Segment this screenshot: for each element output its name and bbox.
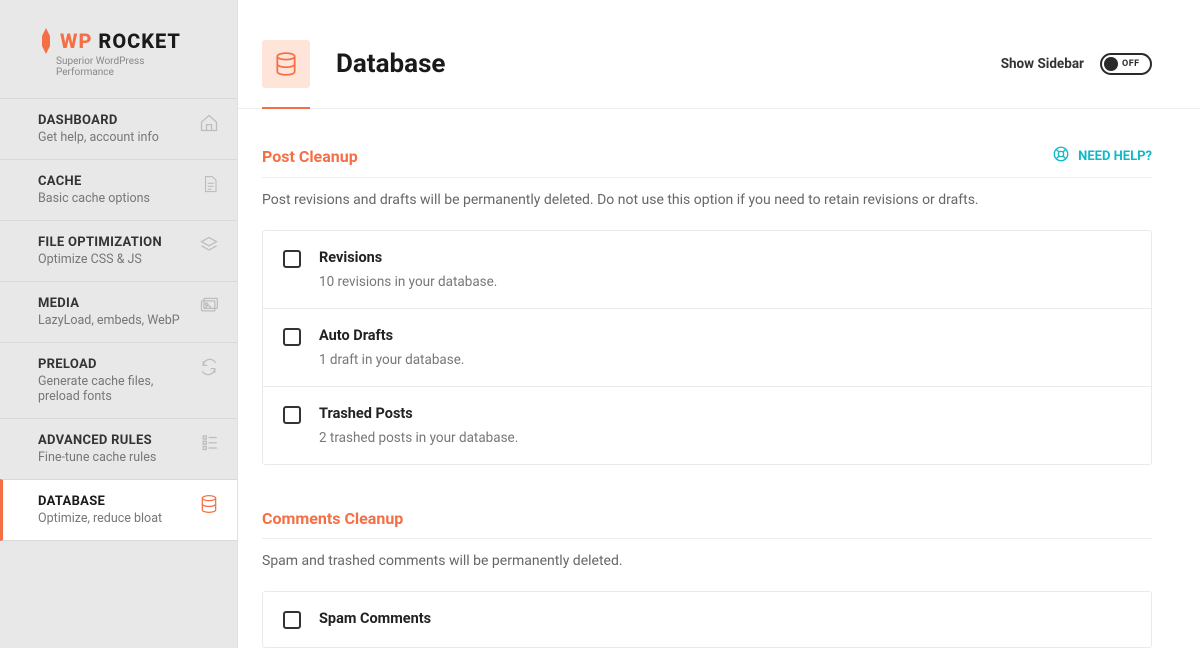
option-spam-comments: Spam Comments <box>263 592 1151 647</box>
nav-desc: Fine-tune cache rules <box>38 450 156 465</box>
sidebar-item-advanced-rules[interactable]: ADVANCED RULES Fine-tune cache rules <box>0 418 237 479</box>
images-icon <box>199 296 219 318</box>
logo-wp: WP <box>60 29 92 53</box>
option-revisions: Revisions 10 revisions in your database. <box>263 231 1151 309</box>
nav-desc: LazyLoad, embeds, WebP <box>38 313 180 328</box>
help-icon <box>1052 145 1070 167</box>
nav-title: DASHBOARD <box>38 113 159 128</box>
show-sidebar-label: Show Sidebar <box>1001 56 1084 72</box>
trashed-posts-checkbox[interactable] <box>283 406 301 424</box>
page-header: Database Show Sidebar OFF <box>238 0 1200 109</box>
document-icon <box>201 174 219 198</box>
option-title: Auto Drafts <box>319 327 464 344</box>
section-description: Spam and trashed comments will be perman… <box>262 553 1152 569</box>
option-title: Revisions <box>319 249 497 266</box>
spam-comments-checkbox[interactable] <box>283 611 301 629</box>
sidebar-item-dashboard[interactable]: DASHBOARD Get help, account info <box>0 98 237 159</box>
auto-drafts-checkbox[interactable] <box>283 328 301 346</box>
nav-title: CACHE <box>38 174 150 189</box>
nav-title: PRELOAD <box>38 357 189 372</box>
database-icon <box>199 494 219 518</box>
section-title: Comments Cleanup <box>262 509 403 528</box>
nav: DASHBOARD Get help, account info CACHE B… <box>0 98 237 541</box>
need-help-link[interactable]: NEED HELP? <box>1052 145 1152 167</box>
main: Database Show Sidebar OFF Post Cleanup <box>237 0 1200 648</box>
sidebar-item-preload[interactable]: PRELOAD Generate cache files, preload fo… <box>0 342 237 418</box>
revisions-checkbox[interactable] <box>283 250 301 268</box>
nav-desc: Optimize, reduce bloat <box>38 511 162 526</box>
logo-rocket: ROCKET <box>98 29 181 53</box>
nav-title: DATABASE <box>38 494 162 509</box>
page-title: Database <box>336 49 445 79</box>
content: Post Cleanup NEED HELP? Post revisions a… <box>238 109 1200 648</box>
comments-cleanup-section: Comments Cleanup Spam and trashed commen… <box>262 509 1152 648</box>
section-description: Post revisions and drafts will be perman… <box>262 192 1152 208</box>
option-desc: 10 revisions in your database. <box>319 274 497 290</box>
sidebar-item-file-optimization[interactable]: FILE OPTIMIZATION Optimize CSS & JS <box>0 220 237 281</box>
sidebar-item-media[interactable]: MEDIA LazyLoad, embeds, WebP <box>0 281 237 342</box>
option-title: Trashed Posts <box>319 405 518 422</box>
nav-title: MEDIA <box>38 296 180 311</box>
logo: WP ROCKET Superior WordPress Performance <box>0 0 237 98</box>
option-trashed-posts: Trashed Posts 2 trashed posts in your da… <box>263 387 1151 464</box>
option-title: Spam Comments <box>319 610 431 627</box>
toggle-state: OFF <box>1122 59 1140 69</box>
list-icon <box>201 433 219 455</box>
need-help-label: NEED HELP? <box>1078 149 1152 164</box>
header-underline <box>262 107 310 109</box>
nav-title: ADVANCED RULES <box>38 433 156 448</box>
database-icon <box>262 40 310 88</box>
home-icon <box>199 113 219 137</box>
option-desc: 2 trashed posts in your database. <box>319 430 518 446</box>
nav-title: FILE OPTIMIZATION <box>38 235 162 250</box>
option-list: Spam Comments <box>262 591 1152 648</box>
nav-desc: Get help, account info <box>38 130 159 145</box>
nav-desc: Generate cache files, preload fonts <box>38 374 189 404</box>
toggle-knob <box>1104 57 1118 71</box>
post-cleanup-section: Post Cleanup NEED HELP? Post revisions a… <box>262 145 1152 465</box>
sidebar: WP ROCKET Superior WordPress Performance… <box>0 0 237 648</box>
logo-tagline: Superior WordPress Performance <box>56 56 199 78</box>
option-desc: 1 draft in your database. <box>319 352 464 368</box>
option-list: Revisions 10 revisions in your database.… <box>262 230 1152 465</box>
nav-desc: Optimize CSS & JS <box>38 252 162 267</box>
layers-icon <box>199 235 219 259</box>
sidebar-item-cache[interactable]: CACHE Basic cache options <box>0 159 237 220</box>
rocket-icon <box>38 28 54 54</box>
option-auto-drafts: Auto Drafts 1 draft in your database. <box>263 309 1151 387</box>
refresh-icon <box>199 357 219 381</box>
sidebar-item-database[interactable]: DATABASE Optimize, reduce bloat <box>0 479 237 541</box>
section-title: Post Cleanup <box>262 147 358 166</box>
nav-desc: Basic cache options <box>38 191 150 206</box>
show-sidebar-toggle[interactable]: OFF <box>1100 53 1152 75</box>
